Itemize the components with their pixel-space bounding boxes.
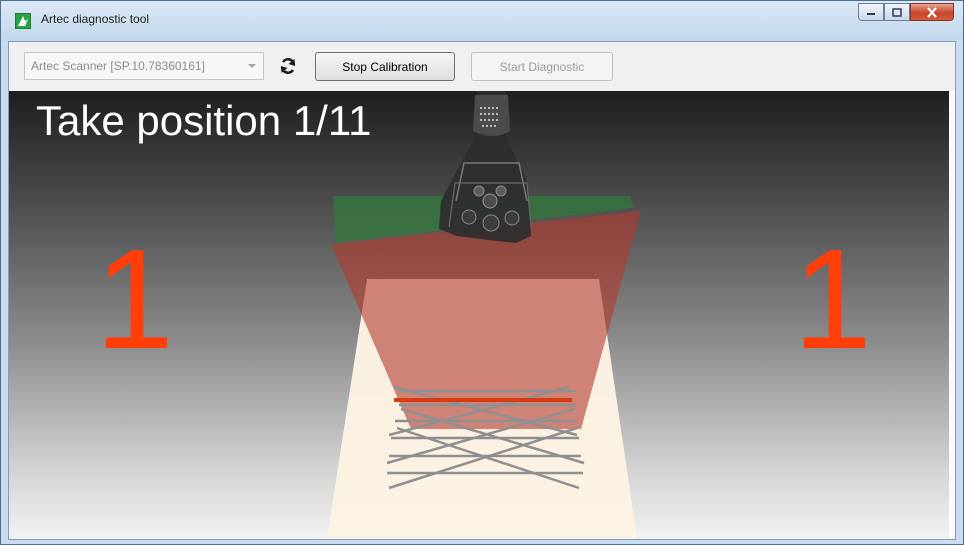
refresh-icon[interactable]: [278, 56, 298, 76]
scanner-select[interactable]: Artec Scanner [SP.10.78360161]: [24, 52, 264, 80]
position-number-left: 1: [95, 220, 174, 379]
client-area: Artec Scanner [SP.10.78360161] Stop Cali…: [8, 41, 956, 540]
window-title: Artec diagnostic tool: [41, 12, 150, 26]
toolbar: Artec Scanner [SP.10.78360161] Stop Cali…: [9, 42, 955, 91]
start-diagnostic-button[interactable]: Start Diagnostic: [471, 52, 613, 81]
stop-calibration-button[interactable]: Stop Calibration: [315, 52, 455, 81]
scanner-model: [439, 91, 532, 243]
artec-app-icon: [15, 13, 31, 29]
position-instruction: Take position 1/11: [36, 97, 372, 144]
minimize-icon: [867, 13, 875, 15]
calibration-viewport[interactable]: Take position 1/11 1 1: [9, 91, 949, 539]
maximize-button[interactable]: [884, 3, 910, 21]
app-window: Artec diagnostic tool Artec Scanner [SP.…: [0, 0, 964, 545]
scanner-select-value: Artec Scanner [SP.10.78360161]: [31, 59, 205, 73]
position-number-right: 1: [793, 220, 872, 379]
maximize-icon: [892, 7, 902, 17]
viewport-edge: [949, 91, 955, 539]
chevron-down-icon: [248, 64, 256, 68]
title-bar[interactable]: Artec diagnostic tool: [1, 1, 963, 41]
minimize-button[interactable]: [858, 3, 884, 21]
window-controls: [858, 3, 954, 22]
close-icon: [927, 6, 937, 18]
close-button[interactable]: [910, 3, 954, 21]
